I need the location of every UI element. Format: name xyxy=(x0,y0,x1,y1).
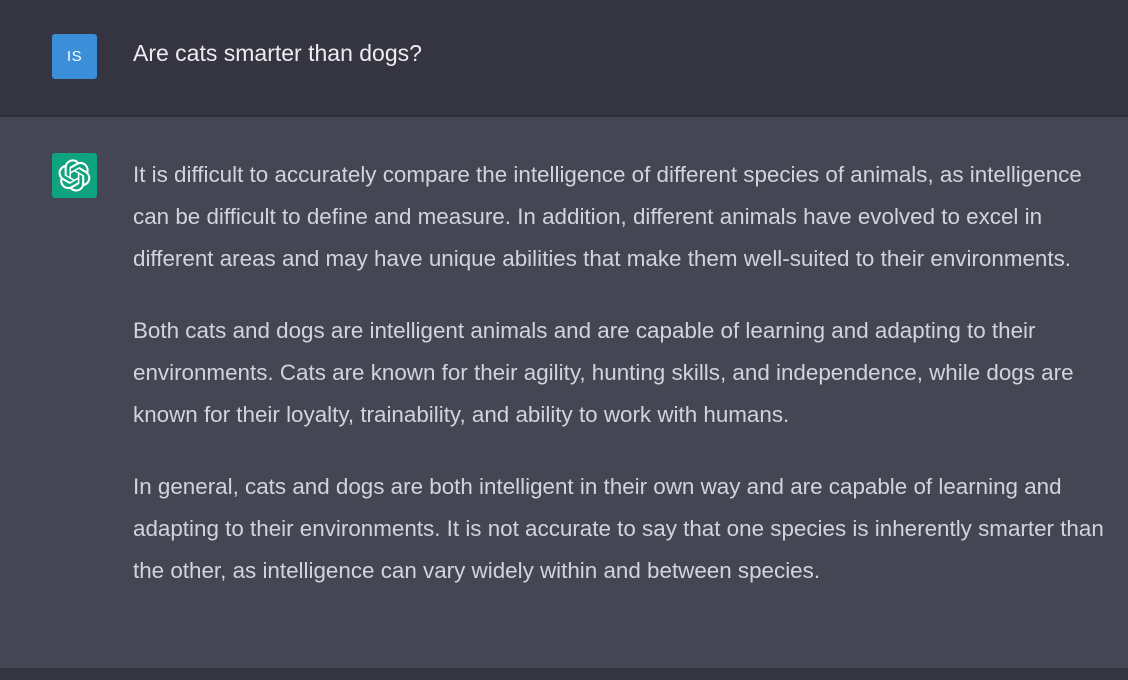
assistant-paragraph: In general, cats and dogs are both intel… xyxy=(133,474,1104,583)
assistant-paragraph: It is difficult to accurately compare th… xyxy=(133,162,1082,271)
assistant-avatar xyxy=(52,153,97,198)
bottom-divider xyxy=(0,668,1128,680)
assistant-message-text: It is difficult to accurately compare th… xyxy=(133,154,1113,592)
openai-logo-icon xyxy=(58,159,91,192)
assistant-paragraph: Both cats and dogs are intelligent anima… xyxy=(133,318,1074,427)
user-message-row: IS Are cats smarter than dogs? xyxy=(0,0,1128,116)
assistant-message-row: It is difficult to accurately compare th… xyxy=(0,117,1128,668)
user-message-text: Are cats smarter than dogs? xyxy=(133,40,422,66)
chat-page: IS Are cats smarter than dogs? It is dif… xyxy=(0,0,1128,680)
user-avatar: IS xyxy=(52,34,97,79)
